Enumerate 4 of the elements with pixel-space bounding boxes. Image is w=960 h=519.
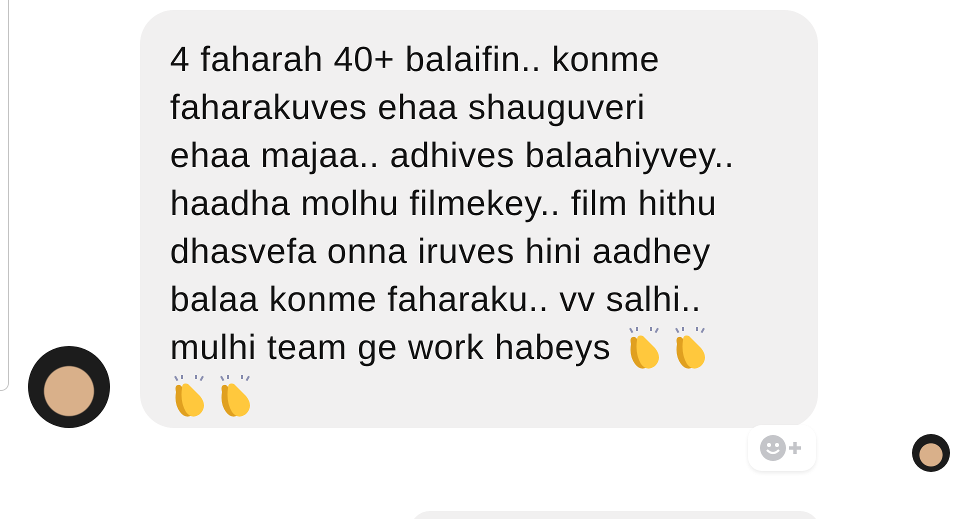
message-text: 4 faharah 40+ balaifin.. konme faharakuves ehaa shauguveri ehaa majaa.. adhives balaahiyvey.. haadha molhu filmekey.. film hithu dhasvefa onna iruves hini aadhey balaa konme faharaku.. vv salhi.. [170, 39, 735, 321]
add-reaction-button[interactable] [748, 425, 816, 471]
seen-avatar [912, 434, 950, 472]
message-text: mulhi team ge work habeys [170, 327, 612, 369]
